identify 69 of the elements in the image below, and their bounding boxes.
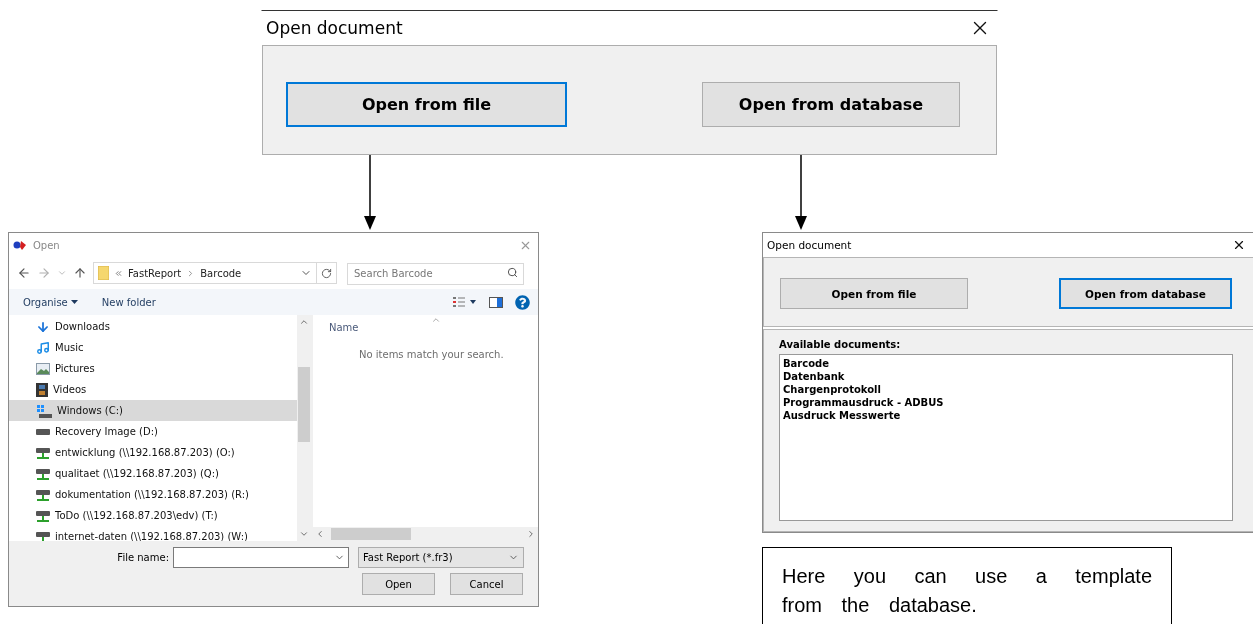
scroll-down-icon[interactable] xyxy=(299,529,309,539)
dialog-button[interactable]: Open from file xyxy=(286,82,567,127)
nav-item[interactable]: internet-daten (\\192.168.87.203) (W:) xyxy=(9,526,297,541)
nav-item[interactable]: Music xyxy=(9,337,297,358)
file-type-dropdown[interactable]: Fast Report (*.fr3) xyxy=(358,547,524,568)
document-list[interactable]: Barcode Datenbank Chargenprotokoll Programmausdruck - ADBUS Ausdruck Messwerte xyxy=(779,354,1233,521)
nav-item[interactable]: Recovery Image (D:) xyxy=(9,421,297,442)
search-icon xyxy=(507,267,518,278)
dialog-button[interactable]: Open from file xyxy=(780,278,968,309)
app-logo-icon xyxy=(13,239,27,251)
window-title: Open xyxy=(33,239,60,251)
dialog-button[interactable]: Cancel xyxy=(450,573,523,595)
breadcrumb-item[interactable]: Barcode xyxy=(200,267,242,279)
help-icon[interactable] xyxy=(515,294,530,310)
list-item[interactable]: Ausdruck Messwerte xyxy=(783,409,1229,422)
list-label: Available documents: xyxy=(779,339,902,350)
chevrons-icon xyxy=(114,268,123,278)
back-button[interactable] xyxy=(17,266,31,280)
network-drive-icon xyxy=(36,509,50,522)
window-title: Open document xyxy=(266,18,403,38)
nav-item[interactable]: qualitaet (\\192.168.87.203) (Q:) xyxy=(9,463,297,484)
nav-item[interactable]: ToDo (\\192.168.87.203\edv) (T:) xyxy=(9,505,297,526)
field-label: File name: xyxy=(116,552,169,563)
network-drive-icon xyxy=(36,446,50,459)
caret-icon xyxy=(70,300,78,304)
address-bar[interactable]: FastReport Barcode xyxy=(93,262,337,284)
list-item[interactable]: Chargenprotokoll xyxy=(783,383,1229,396)
picture-icon xyxy=(36,362,50,375)
network-drive-icon xyxy=(36,530,50,541)
dialog-button[interactable]: Open from database xyxy=(702,82,960,127)
column-header[interactable]: Name xyxy=(313,315,538,333)
film-icon xyxy=(36,382,48,397)
forward-button[interactable] xyxy=(37,266,51,280)
search-field[interactable]: Search Barcode xyxy=(347,262,524,285)
breadcrumb-item[interactable]: FastReport xyxy=(128,267,182,279)
music-note-icon xyxy=(36,340,50,355)
list-item[interactable]: Programmausdruck - ADBUS xyxy=(783,396,1229,409)
scroll-right-icon[interactable] xyxy=(526,529,536,539)
window-title: Open document xyxy=(767,239,852,251)
dialog-button[interactable]: Open from database xyxy=(1059,278,1232,309)
nav-item[interactable]: Videos xyxy=(9,379,297,400)
network-drive-icon xyxy=(36,488,50,501)
scroll-left-icon[interactable] xyxy=(315,529,325,539)
up-button[interactable] xyxy=(73,266,87,280)
recent-dropdown[interactable] xyxy=(57,268,67,278)
sort-icon xyxy=(431,315,441,325)
toolbar-button[interactable]: Organise xyxy=(23,296,78,308)
nav-item[interactable]: dokumentation (\\192.168.87.203) (R:) xyxy=(9,484,297,505)
close-icon[interactable] xyxy=(1232,238,1246,252)
refresh-icon xyxy=(321,267,332,279)
drive-icon xyxy=(36,403,52,418)
nav-item[interactable]: Windows (C:) xyxy=(9,400,297,421)
drive-icon xyxy=(36,428,50,435)
view-options-icon[interactable] xyxy=(453,297,477,307)
nav-item[interactable]: Downloads xyxy=(9,316,297,337)
network-drive-icon xyxy=(36,467,50,480)
empty-message: No items match your search. xyxy=(358,348,505,360)
list-item[interactable]: Barcode xyxy=(783,357,1229,370)
scrollbar[interactable] xyxy=(297,315,311,541)
preview-pane-icon[interactable] xyxy=(489,296,503,308)
nav-item[interactable]: entwicklung (\\192.168.87.203) (O:) xyxy=(9,442,297,463)
nav-item[interactable]: Pictures xyxy=(9,358,297,379)
callout-note: Here you can use a template from the database. xyxy=(762,547,1172,624)
scroll-up-icon[interactable] xyxy=(299,317,309,327)
dialog-button[interactable]: Open xyxy=(362,573,435,595)
toolbar-button[interactable]: New folder xyxy=(101,296,156,308)
file-name-field[interactable] xyxy=(173,547,349,568)
folder-icon xyxy=(98,266,109,280)
list-item[interactable]: Datenbank xyxy=(783,370,1229,383)
